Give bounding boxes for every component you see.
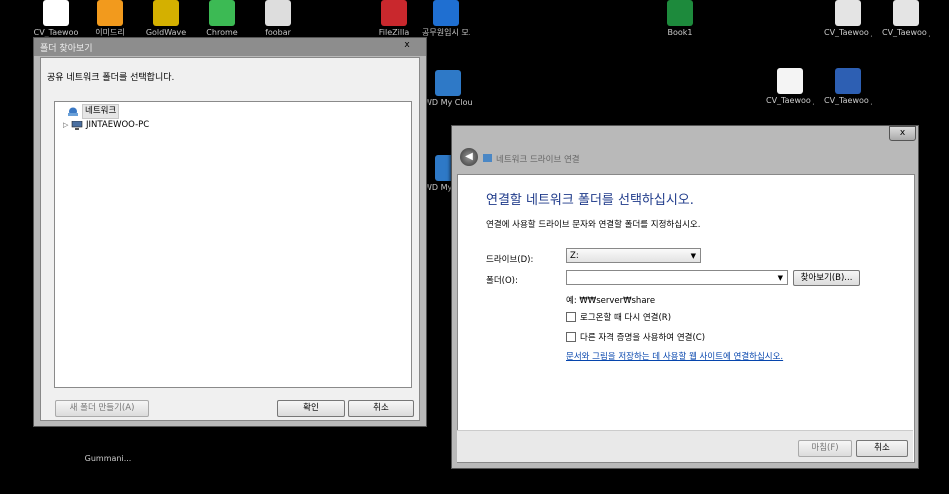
close-button[interactable]: x [400, 40, 414, 51]
tree-item-computer[interactable]: ▷ JINTAEWOO-PC [63, 119, 149, 132]
map-network-drive-dialog: x ◀ 네트워크 드라이브 연결 연결할 네트워크 폴더를 선택하십시오. 연결… [451, 125, 919, 469]
file-icon [835, 0, 861, 26]
cancel-button[interactable]: 취소 [856, 440, 908, 457]
file-icon [95, 426, 121, 452]
drive-label: 드라이브(D): [486, 255, 534, 265]
network-icon [68, 107, 78, 116]
example-text: 예: ₩₩server₩share [566, 296, 656, 306]
desktop-icon[interactable]: WD My Cloud 도 [424, 70, 472, 107]
file-icon [381, 0, 407, 26]
drive-value: Z: [570, 251, 579, 261]
network-drive-icon [483, 154, 492, 162]
file-icon [667, 0, 693, 26]
file-icon [97, 0, 123, 26]
desktop-icon[interactable]: FileZilla [370, 0, 418, 37]
computer-icon [71, 121, 83, 130]
reconnect-label: 로그온할 때 다시 연결(R) [580, 313, 672, 323]
chevron-down-icon: ▼ [690, 252, 696, 260]
desktop-icon-label: 이미드리 [95, 28, 125, 37]
file-icon [435, 70, 461, 96]
desktop-icon[interactable]: 이미드리 [86, 0, 134, 37]
desktop-icon[interactable]: CV_Taewoo [32, 0, 80, 37]
file-icon [433, 0, 459, 26]
desktop-icon[interactable]: CV_Taewoo Jin (2) [882, 0, 930, 37]
chevron-down-icon[interactable]: ▼ [778, 271, 783, 286]
desktop-icon[interactable]: 공무원입시 모고 [422, 0, 470, 37]
desktop-icon-label: Gummani... [84, 454, 132, 463]
finish-button[interactable]: 마침(F) [798, 440, 852, 457]
browse-dialog-title: 폴더 찾아보기 [40, 44, 93, 54]
desktop-icon[interactable]: CV_Taewoo Jin Korean [824, 0, 872, 37]
browse-instruction: 공유 네트워크 폴더를 선택합니다. [47, 73, 175, 83]
drive-select[interactable]: Z: ▼ [566, 248, 701, 263]
desktop-icon-label: CV_Taewoo Jin Korean [824, 28, 872, 37]
tree-item-label: JINTAEWOO-PC [86, 120, 150, 130]
cancel-button[interactable]: 취소 [348, 400, 414, 417]
tree-item-network[interactable]: 네트워크 [59, 104, 120, 119]
browse-button[interactable]: 찾아보기(B)... [793, 270, 860, 286]
file-icon [153, 0, 179, 26]
map-dialog-footer: 마침(F) 취소 [457, 430, 913, 462]
desktop-icon-label: CV_Taewoo [33, 28, 79, 37]
browse-dialog-titlebar[interactable]: 폴더 찾아보기 x [34, 38, 426, 56]
folder-label: 폴더(O): [486, 276, 518, 286]
desktop-icon[interactable]: Chrome [198, 0, 246, 37]
desktop-icon[interactable]: Gummani... [84, 426, 132, 463]
reconnect-checkbox[interactable]: 로그온할 때 다시 연결(R) [566, 311, 671, 323]
desktop-icon-label: CV_Taewoo Jin (2) [882, 28, 930, 37]
desktop-icon-label: foobar [265, 28, 291, 37]
desktop-icon[interactable]: GoldWave [142, 0, 190, 37]
file-icon [835, 68, 861, 94]
map-dialog-heading: 연결할 네트워크 폴더를 선택하십시오. [486, 193, 694, 208]
desktop-icon[interactable]: foobar [254, 0, 302, 37]
desktop-icon[interactable]: CV_Taewoo Jin Korean [766, 68, 814, 105]
file-icon [777, 68, 803, 94]
desktop-icon-label: CV_Taewoo Jin Korean [766, 96, 814, 105]
desktop-icon-label: FileZilla [378, 28, 410, 37]
file-icon [893, 0, 919, 26]
desktop-icon[interactable]: CV_Taewoo Jin Korean [824, 68, 872, 105]
folder-input[interactable]: ▼ [566, 270, 788, 285]
expand-arrow-icon[interactable]: ▷ [63, 119, 71, 132]
desktop-icon-label: Chrome [206, 28, 238, 37]
map-dialog-title: 네트워크 드라이브 연결 [496, 155, 580, 165]
desktop-icon-label: GoldWave [145, 28, 187, 37]
new-folder-button[interactable]: 새 폴더 만들기(A) [55, 400, 149, 417]
folder-tree[interactable]: 네트워크 ▷ JINTAEWOO-PC [54, 101, 412, 388]
file-icon [43, 0, 69, 26]
file-icon [209, 0, 235, 26]
website-link[interactable]: 문서와 그림을 저장하는 데 사용할 웹 사이트에 연결하십시오. [566, 350, 783, 362]
checkbox-box[interactable] [566, 312, 576, 322]
browse-folder-dialog: 폴더 찾아보기 x 공유 네트워크 폴더를 선택합니다. 네트워크 ▷ JINT… [33, 37, 427, 427]
file-icon [265, 0, 291, 26]
map-dialog-subtext: 연결에 사용할 드라이브 문자와 연결할 폴더를 지정하십시오. [486, 220, 701, 230]
desktop-icon-label: CV_Taewoo Jin Korean [824, 96, 872, 105]
browse-dialog-client: 공유 네트워크 폴더를 선택합니다. 네트워크 ▷ JINTAEWOO-PC 새… [40, 57, 420, 421]
desktop-icon-label: 공무원입시 모고 [422, 28, 470, 37]
checkbox-box[interactable] [566, 332, 576, 342]
credentials-checkbox[interactable]: 다른 자격 증명을 사용하여 연결(C) [566, 331, 705, 343]
desktop-icon-label: Book1 [667, 28, 693, 37]
map-dialog-client: 연결할 네트워크 폴더를 선택하십시오. 연결에 사용할 드라이브 문자와 연결… [457, 174, 915, 463]
ok-button[interactable]: 확인 [277, 400, 345, 417]
desktop-icon-label: WD My Cloud 도 [424, 98, 472, 107]
credentials-label: 다른 자격 증명을 사용하여 연결(C) [580, 333, 706, 343]
desktop-icon[interactable]: Book1 [656, 0, 704, 37]
back-arrow-icon[interactable]: ◀ [460, 148, 478, 166]
close-button[interactable]: x [889, 126, 916, 141]
tree-item-label: 네트워크 [82, 104, 120, 119]
